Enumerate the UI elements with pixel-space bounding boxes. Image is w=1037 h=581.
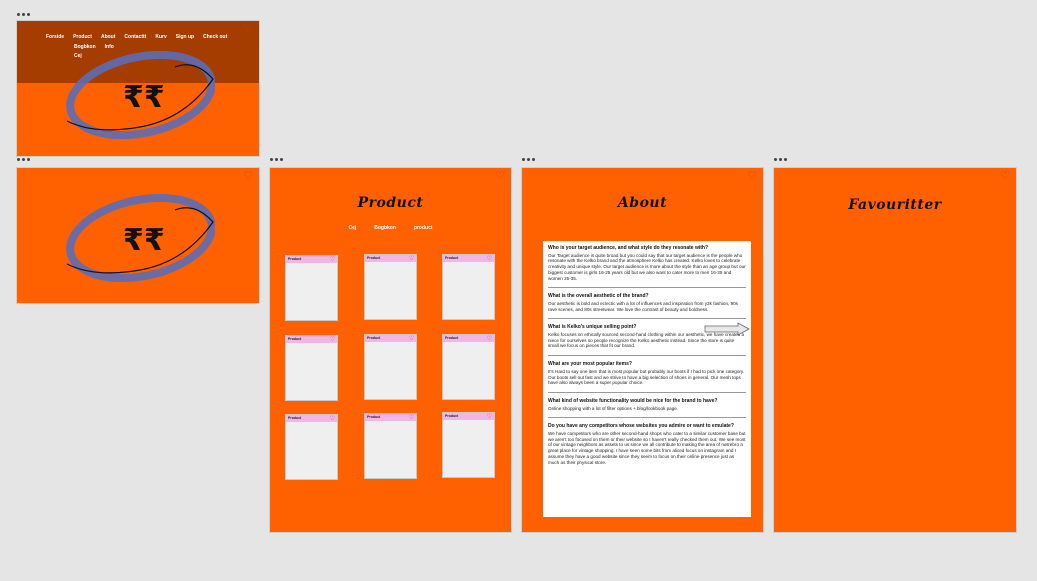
page-title: About (617, 195, 668, 211)
page-title: Favouritter (848, 197, 942, 213)
frame-home[interactable]: ₹₹ ♡ (16, 167, 260, 304)
card-label: Product (367, 415, 381, 419)
nav-item-about[interactable]: About (101, 34, 115, 40)
frame-product[interactable]: Product Cej Bogbkon product Product ♡ Pro… (269, 167, 512, 533)
qa-answer: Online shopping with a lot of filter opt… (548, 405, 679, 411)
sub-nav: Bogbkon Info (74, 44, 114, 50)
product-card[interactable]: Product ♡ (364, 334, 417, 400)
nav-item-signup[interactable]: Sign up (176, 34, 194, 40)
subnav-item-bogbkon[interactable]: Bogbkon (374, 225, 396, 231)
main-nav: Forside Product About Contacttt Kurv Sig… (46, 34, 227, 40)
heart-icon[interactable]: ♡ (243, 24, 253, 35)
about-document: Who is your target audience, and what st… (543, 241, 751, 517)
frame-handle-icon[interactable] (774, 156, 787, 162)
logo-emblem: ₹₹ (66, 193, 215, 283)
subnav-item-product[interactable]: product (414, 225, 433, 231)
frame-handle-icon[interactable] (270, 156, 283, 162)
product-card[interactable]: Product ♡ (285, 414, 338, 480)
svg-text:₹₹: ₹₹ (123, 80, 165, 115)
frame-home-nav[interactable]: ₹₹ Forside Product About Contacttt Kurv … (16, 20, 260, 157)
card-label: Product (367, 256, 381, 260)
heart-icon[interactable]: ♡ (747, 171, 757, 182)
nav-item-product[interactable]: Product (73, 34, 92, 40)
frame-handle-icon[interactable] (17, 11, 30, 17)
qa-answer: We have competitors who are other second… (548, 431, 746, 465)
product-subnav: Cej Bogbkon product (270, 225, 511, 231)
subnav-item-cej[interactable]: Cej (348, 225, 356, 231)
heart-icon[interactable]: ♡ (330, 256, 335, 263)
nav-item-checkout[interactable]: Check out (203, 34, 227, 40)
heart-icon[interactable]: ♡ (243, 171, 253, 182)
divider (548, 318, 746, 320)
heart-icon[interactable]: ♡ (487, 255, 492, 262)
product-card[interactable]: Product ♡ (285, 255, 338, 321)
divider (548, 391, 746, 393)
card-label: Product (288, 257, 302, 261)
card-label: Product (445, 414, 459, 418)
card-label: Product (367, 336, 381, 340)
nav-item-forside[interactable]: Forside (46, 34, 64, 40)
heart-icon[interactable]: ♡ (409, 414, 414, 421)
qa-question: What is the overall aesthetic of the bra… (548, 293, 649, 300)
qa-answer: Our aesthetic is bold and eclectic with … (548, 300, 738, 312)
product-card[interactable]: Product ♡ (285, 335, 338, 401)
nav-item-cart[interactable]: Kurv (155, 34, 166, 40)
qa-answer: It's Hard to say one item that is most p… (548, 368, 745, 386)
heart-icon[interactable]: ♡ (330, 415, 335, 422)
frame-favourites[interactable]: Favouritter ♡ (773, 167, 1017, 533)
card-label: Product (288, 337, 302, 341)
frame-about[interactable]: About Who is your target audience, and w… (521, 167, 764, 533)
page-title: Product (357, 195, 424, 211)
product-card[interactable]: Product ♡ (364, 413, 417, 479)
heart-icon[interactable]: ♡ (409, 335, 414, 342)
heart-icon[interactable]: ♡ (1000, 171, 1010, 182)
nav-item-bogbkon[interactable]: Bogbkon (74, 44, 96, 50)
qa-question: Who is your target audience, and what st… (548, 245, 709, 251)
qa-question: What kind of website functionality would… (548, 397, 718, 404)
heart-icon[interactable]: ♡ (495, 171, 505, 182)
qa-question: Do you have any competitors whose websit… (548, 423, 734, 430)
divider (548, 355, 746, 357)
product-card[interactable]: Product ♡ (364, 254, 417, 320)
qa-item: What is the overall aesthetic of the bra… (548, 294, 746, 312)
qa-item: Who is your target audience, and what st… (548, 245, 746, 281)
qa-item: What are your most popular items? It's H… (548, 361, 746, 386)
sub-nav-2: Cej (74, 53, 82, 59)
product-card[interactable]: Product ♡ (442, 412, 495, 478)
heart-icon[interactable]: ♡ (409, 255, 414, 262)
divider (548, 287, 746, 289)
nav-item-info[interactable]: Info (105, 44, 114, 50)
card-label: Product (288, 416, 302, 420)
svg-text:₹₹: ₹₹ (123, 223, 165, 258)
card-label: Product (445, 256, 459, 260)
qa-question: What are your most popular items? (548, 361, 632, 368)
heart-icon[interactable]: ♡ (487, 335, 492, 342)
qa-item: What kind of website functionality would… (548, 397, 746, 411)
product-card[interactable]: Product ♡ (442, 254, 495, 320)
heart-icon[interactable]: ♡ (330, 336, 335, 343)
logo-emblem: ₹₹ (66, 50, 215, 140)
product-card[interactable]: Product ♡ (442, 334, 495, 400)
divider (548, 417, 746, 419)
frame-handle-icon[interactable] (522, 156, 535, 162)
heart-icon[interactable]: ♡ (487, 413, 492, 420)
qa-item: Do you have any competitors whose websit… (548, 424, 746, 465)
qa-answer: Our Target audience is quite broad but y… (548, 252, 746, 281)
card-label: Product (445, 336, 459, 340)
nav-item-contact[interactable]: Contacttt (124, 34, 146, 40)
arrow-icon (704, 322, 750, 336)
nav-item-cej[interactable]: Cej (74, 53, 82, 59)
